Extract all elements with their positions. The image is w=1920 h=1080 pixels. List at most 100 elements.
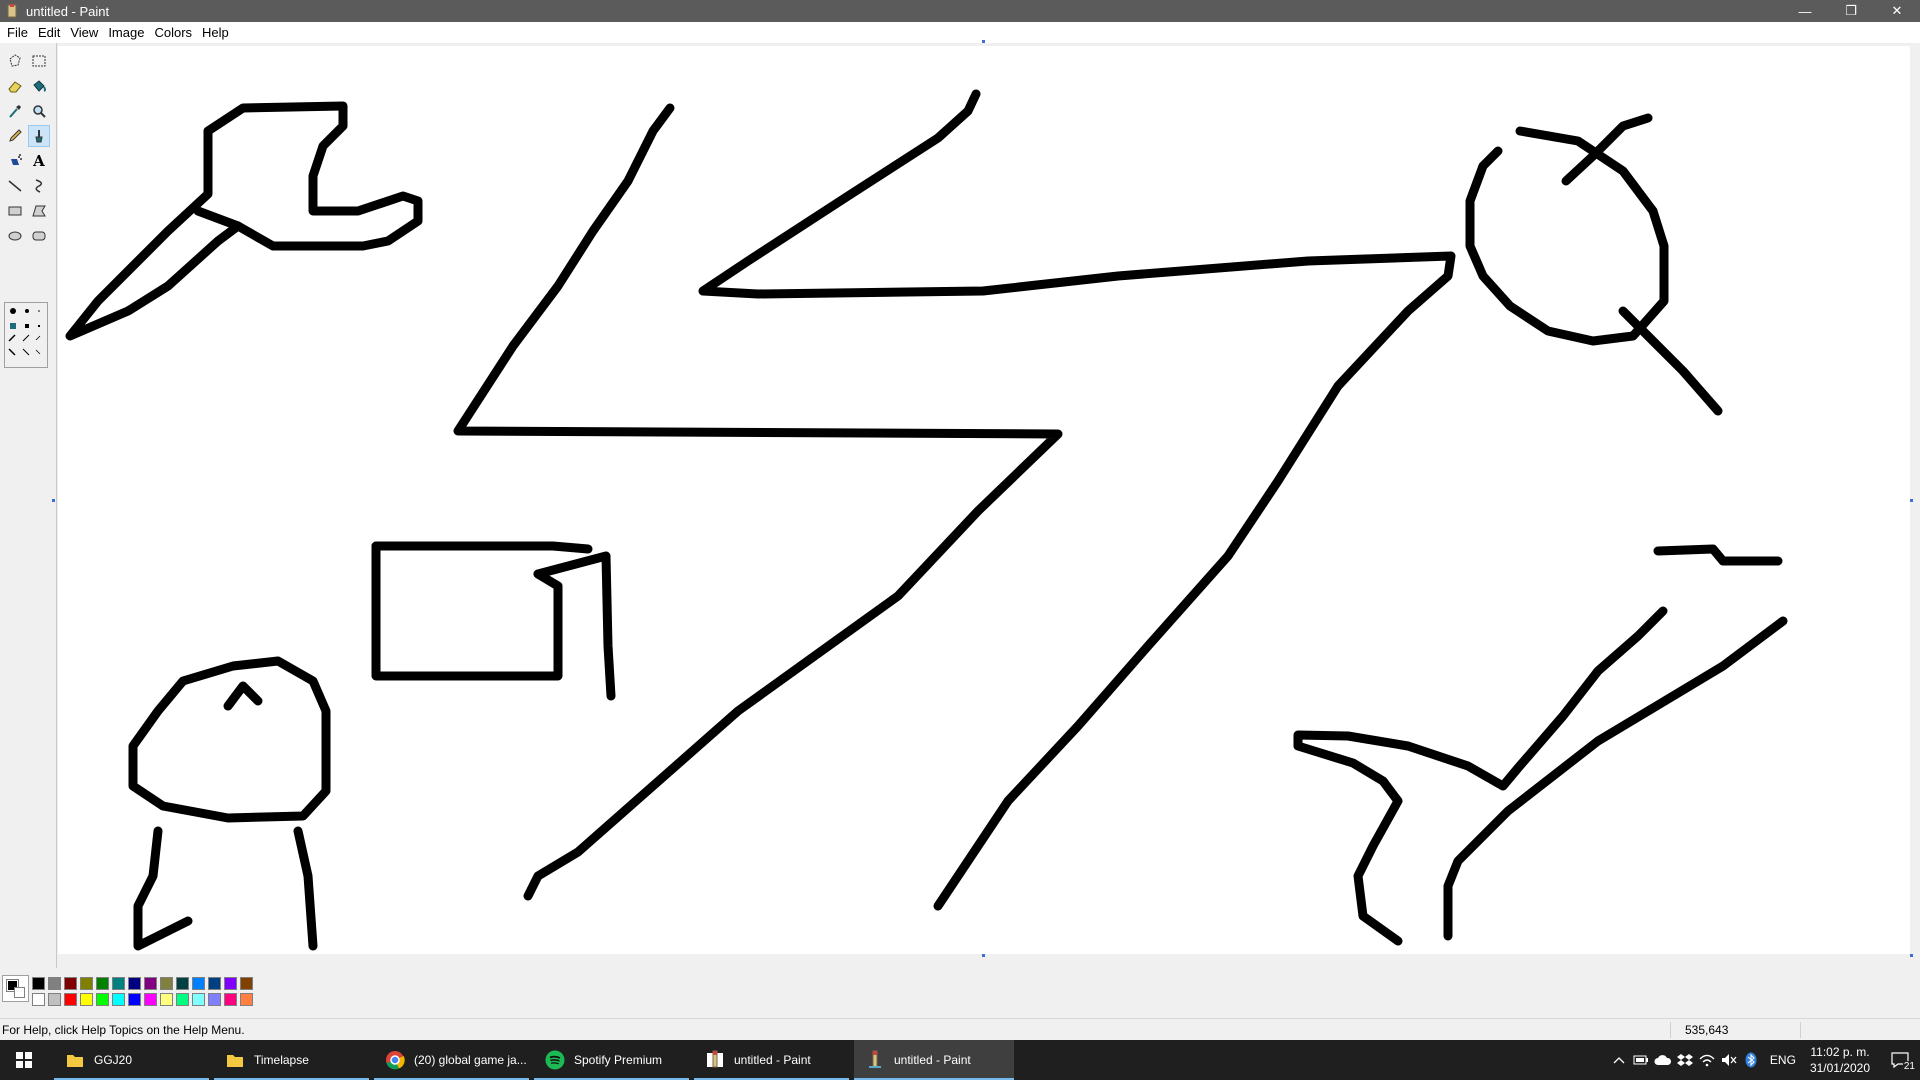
curve-icon <box>35 179 43 193</box>
color-swatch[interactable] <box>128 977 141 990</box>
color-swatch[interactable] <box>160 977 173 990</box>
color-swatch[interactable] <box>144 993 157 1006</box>
canvas-resize-handle[interactable] <box>1910 499 1913 502</box>
tool-pencil[interactable] <box>4 125 26 147</box>
tool-fill-with-color[interactable] <box>28 75 50 97</box>
tool-magnifier[interactable] <box>28 100 50 122</box>
menu-bar: File Edit View Image Colors Help <box>0 22 1920 43</box>
system-tray: ENG 11:02 p. m. 31/01/2020 21 <box>1608 1040 1920 1080</box>
paint-app-icon <box>7 4 17 18</box>
color-swatch[interactable] <box>240 977 253 990</box>
battery-icon <box>1633 1055 1648 1065</box>
tool-airbrush[interactable] <box>4 150 26 172</box>
menu-colors[interactable]: Colors <box>149 25 197 40</box>
tool-line[interactable] <box>4 175 26 197</box>
close-button[interactable]: ✕ <box>1874 0 1920 22</box>
color-swatch[interactable] <box>208 977 221 990</box>
bluetooth-tray-icon[interactable] <box>1740 1040 1762 1080</box>
current-colors[interactable] <box>2 975 29 1002</box>
ellipse-icon <box>8 231 22 241</box>
tool-select[interactable] <box>28 50 50 72</box>
color-swatch[interactable] <box>240 993 253 1006</box>
menu-edit[interactable]: Edit <box>33 25 65 40</box>
color-swatch[interactable] <box>112 993 125 1006</box>
color-swatch[interactable] <box>96 977 109 990</box>
tool-curve[interactable] <box>28 175 50 197</box>
menu-view[interactable]: View <box>65 25 103 40</box>
taskbar-item-timelapse[interactable]: Timelapse <box>214 1040 369 1080</box>
folder-icon <box>67 1055 83 1067</box>
taskbar-item-label: untitled - Paint <box>894 1053 971 1067</box>
color-swatch[interactable] <box>48 977 61 990</box>
taskbar-item-label: Spotify Premium <box>574 1053 663 1067</box>
canvas-resize-handle[interactable] <box>1910 954 1913 957</box>
color-palette <box>0 970 1920 1018</box>
menu-image[interactable]: Image <box>103 25 149 40</box>
tool-rounded-rectangle[interactable] <box>28 225 50 247</box>
taskbar-item-ggj20[interactable]: GGJ20 <box>54 1040 209 1080</box>
clock[interactable]: 11:02 p. m. 31/01/2020 <box>1810 1044 1870 1076</box>
menu-file[interactable]: File <box>2 25 33 40</box>
color-swatch[interactable] <box>208 993 221 1006</box>
dropbox-tray-icon[interactable] <box>1674 1040 1696 1080</box>
color-swatch[interactable] <box>64 977 77 990</box>
brush-icon <box>35 130 43 143</box>
network-tray-icon[interactable] <box>1696 1040 1718 1080</box>
color-swatch[interactable] <box>224 977 237 990</box>
tool-pick-color[interactable] <box>4 100 26 122</box>
drawing-canvas[interactable] <box>52 40 1913 957</box>
color-swatch[interactable] <box>192 993 205 1006</box>
canvas-resize-handle[interactable] <box>982 954 985 957</box>
color-swatch[interactable] <box>80 993 93 1006</box>
clock-date: 31/01/2020 <box>1809 1061 1870 1075</box>
color-swatch[interactable] <box>224 993 237 1006</box>
bluetooth-icon <box>1745 1052 1757 1068</box>
color-swatch[interactable] <box>176 993 189 1006</box>
taskbar-item-label: GGJ20 <box>94 1053 133 1067</box>
tool-rectangle[interactable] <box>4 200 26 222</box>
brush-size-options[interactable] <box>4 302 48 368</box>
restore-button[interactable]: ❐ <box>1828 0 1874 22</box>
paint-icon <box>869 1050 881 1068</box>
battery-tray-icon[interactable] <box>1630 1040 1652 1080</box>
tool-free-form-select[interactable] <box>4 50 26 72</box>
tool-eraser[interactable] <box>4 75 26 97</box>
start-button[interactable] <box>0 1040 48 1080</box>
taskbar-item-label: (20) global game ja... <box>414 1053 527 1067</box>
polygon-icon <box>32 205 46 217</box>
color-swatch[interactable] <box>96 993 109 1006</box>
volume-tray-icon[interactable] <box>1718 1040 1740 1080</box>
color-swatch[interactable] <box>176 977 189 990</box>
tool-text[interactable]: A <box>28 150 50 172</box>
menu-help[interactable]: Help <box>197 25 234 40</box>
taskbar-item-chrome[interactable]: (20) global game ja... <box>374 1040 529 1080</box>
tool-polygon[interactable] <box>28 200 50 222</box>
cloud-icon <box>1654 1055 1671 1065</box>
tool-ellipse[interactable] <box>4 225 26 247</box>
color-swatch[interactable] <box>112 977 125 990</box>
clock-time: 11:02 p. m. <box>1810 1045 1870 1059</box>
color-swatch[interactable] <box>48 993 61 1006</box>
color-swatch[interactable] <box>144 977 157 990</box>
color-swatch[interactable] <box>32 977 45 990</box>
color-swatch[interactable] <box>64 993 77 1006</box>
show-hidden-icons-button[interactable] <box>1608 1040 1630 1080</box>
input-language[interactable]: ENG <box>1762 1053 1804 1067</box>
dropbox-icon <box>1676 1054 1693 1066</box>
color-swatch[interactable] <box>32 993 45 1006</box>
taskbar-item-spotify[interactable]: Spotify Premium <box>534 1040 689 1080</box>
color-swatch[interactable] <box>80 977 93 990</box>
canvas-resize-handle[interactable] <box>982 40 985 43</box>
canvas-drawing <box>65 89 1788 951</box>
tool-brush[interactable] <box>28 125 50 147</box>
onedrive-tray-icon[interactable] <box>1652 1040 1674 1080</box>
taskbar-item-paint[interactable]: untitled - Paint <box>694 1040 849 1080</box>
color-swatch[interactable] <box>192 977 205 990</box>
taskbar-item-paint-active[interactable]: untitled - Paint <box>854 1040 1014 1080</box>
color-swatch[interactable] <box>160 993 173 1006</box>
canvas-resize-handle[interactable] <box>52 499 55 502</box>
paint-icon <box>707 1050 723 1068</box>
minimize-button[interactable]: — <box>1782 0 1828 22</box>
color-swatch[interactable] <box>128 993 141 1006</box>
action-center-button[interactable]: 21 <box>1880 1040 1920 1080</box>
